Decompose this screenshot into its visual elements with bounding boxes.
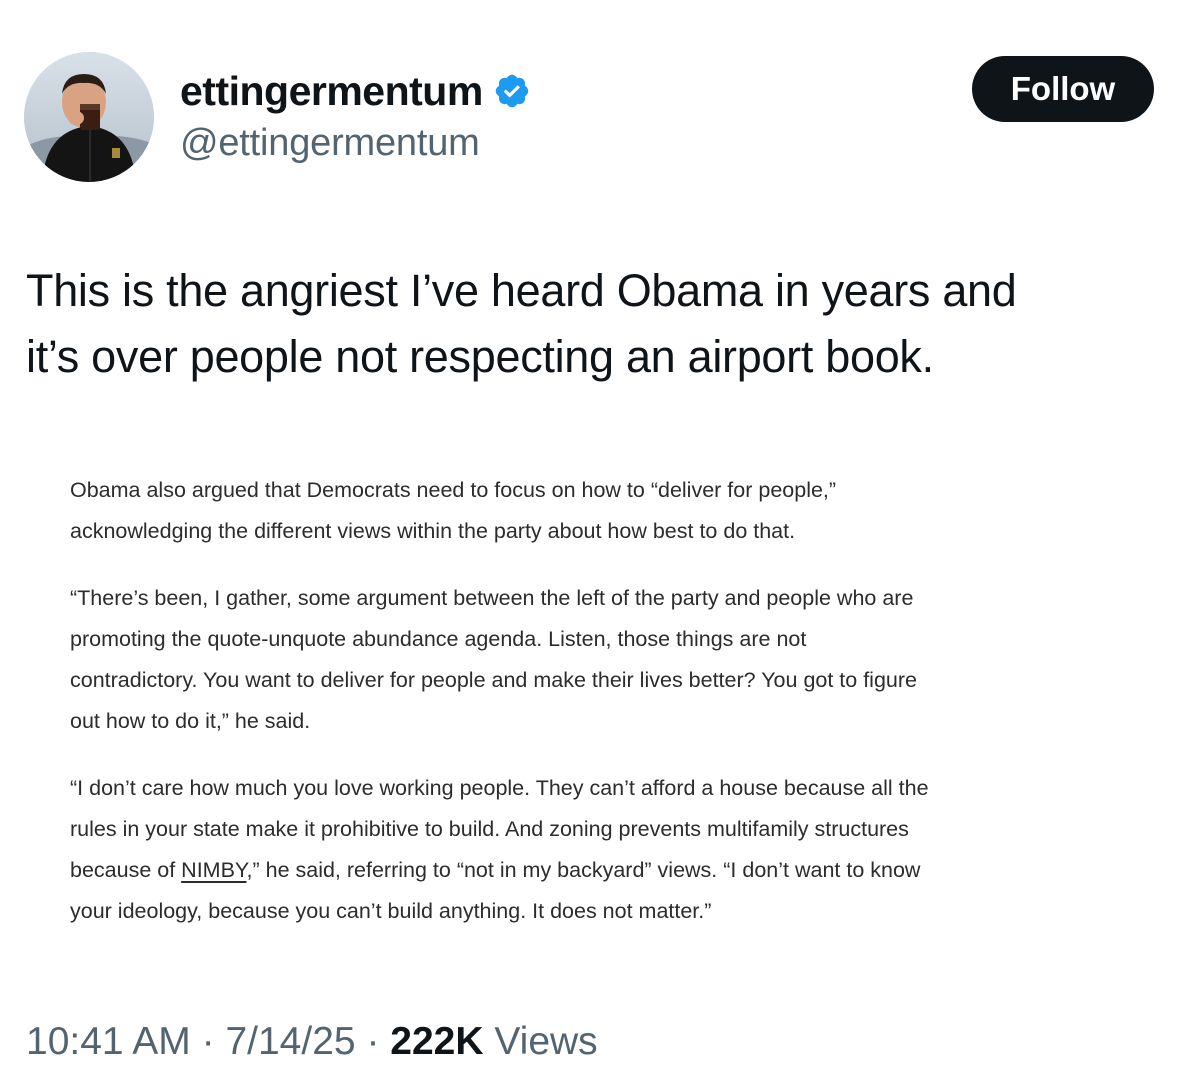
- views-label: Views: [494, 1020, 598, 1063]
- meta-separator: ·: [201, 1020, 215, 1063]
- avatar-photo: [24, 52, 154, 182]
- author-names: ettingermentum @ettingermentum: [180, 66, 531, 165]
- tweet-time[interactable]: 10:41 AM: [26, 1020, 191, 1063]
- tweet-text: This is the angriest I’ve heard Obama in…: [26, 258, 1176, 390]
- article-paragraph: “There’s been, I gather, some argument b…: [70, 578, 1160, 742]
- article-line: promoting the quote-unquote abundance ag…: [70, 627, 807, 651]
- article-line: “I don’t care how much you love working …: [70, 776, 929, 800]
- author-handle[interactable]: @ettingermentum: [180, 122, 531, 165]
- tweet-text-line: it’s over people not respecting an airpo…: [26, 331, 934, 382]
- nimby-link: NIMBY: [181, 858, 247, 882]
- article-line: your ideology, because you can’t build a…: [70, 899, 712, 923]
- article-line: rules in your state make it prohibitive …: [70, 817, 909, 841]
- tweet-header: ettingermentum @ettingermentum Follow: [24, 52, 1154, 184]
- article-line: “There’s been, I gather, some argument b…: [70, 586, 914, 610]
- article-paragraph: Obama also argued that Democrats need to…: [70, 470, 1160, 552]
- article-screenshot-image[interactable]: Obama also argued that Democrats need to…: [70, 470, 1160, 958]
- article-text: ,” he said, referring to “not in my back…: [246, 858, 921, 882]
- follow-button[interactable]: Follow: [972, 56, 1154, 122]
- article-paragraph: “I don’t care how much you love working …: [70, 768, 1160, 932]
- article-text: because of: [70, 858, 182, 882]
- article-line: contradictory. You want to deliver for p…: [70, 668, 917, 692]
- article-line: Obama also argued that Democrats need to…: [70, 478, 837, 502]
- tweet-date[interactable]: 7/14/25: [225, 1020, 355, 1063]
- display-name[interactable]: ettingermentum: [180, 68, 483, 115]
- article-line: out how to do it,” he said.: [70, 709, 311, 733]
- article-line: because of NIMBY,” he said, referring to…: [70, 858, 920, 882]
- meta-separator: ·: [366, 1020, 380, 1063]
- tweet-text-line: This is the angriest I’ve heard Obama in…: [26, 265, 1017, 316]
- verified-badge-icon: [493, 72, 531, 110]
- article-line: acknowledging the different views within…: [70, 519, 796, 543]
- display-name-row: ettingermentum: [180, 66, 531, 116]
- tweet-meta: 10:41 AM · 7/14/25 · 222K Views: [26, 1020, 598, 1064]
- views-count[interactable]: 222K: [390, 1020, 483, 1063]
- avatar[interactable]: [24, 52, 154, 182]
